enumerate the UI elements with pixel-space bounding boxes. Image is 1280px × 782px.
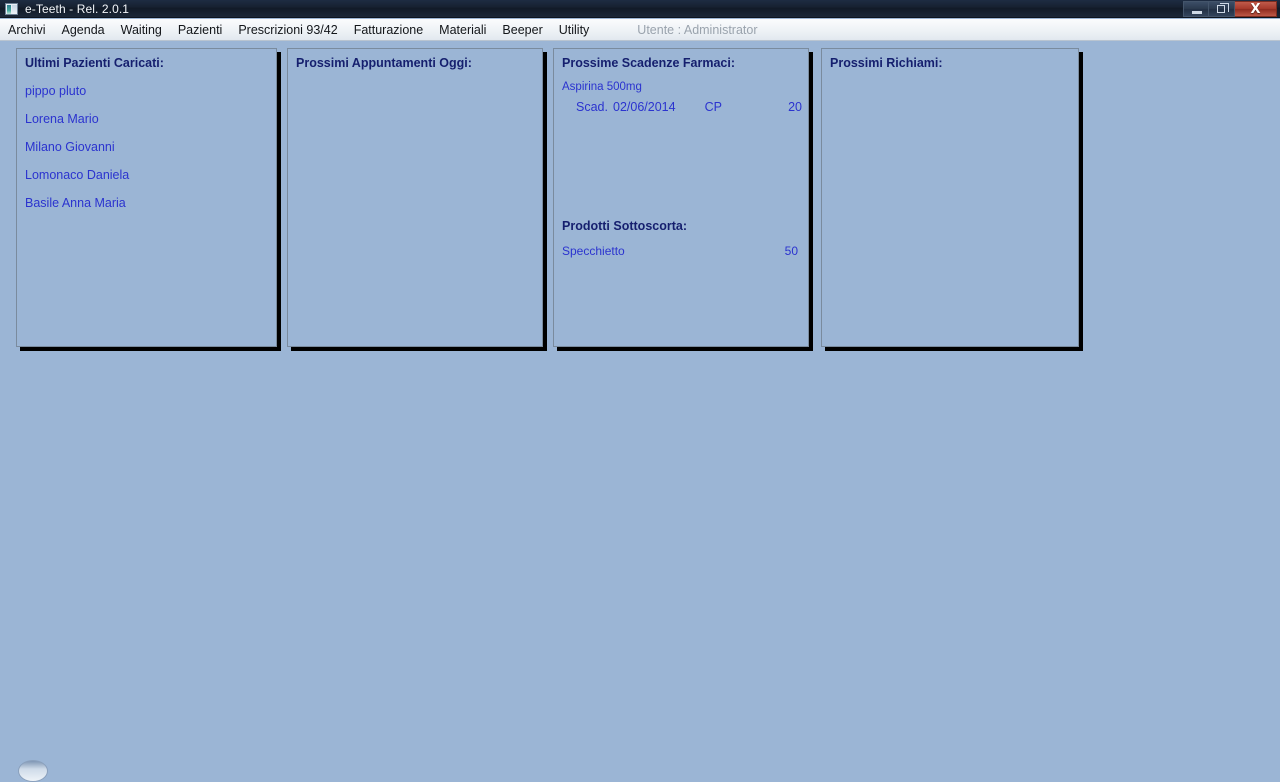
- menu-agenda[interactable]: Agenda: [54, 21, 113, 39]
- window-controls: X: [1183, 1, 1277, 17]
- menu-fatturazione[interactable]: Fatturazione: [346, 21, 431, 39]
- stock-row[interactable]: Specchietto 50: [562, 244, 802, 258]
- stock-product-name: Specchietto: [562, 244, 625, 258]
- panel-appointments-title: Prossimi Appuntamenti Oggi:: [296, 56, 472, 70]
- panel-drug-expiry-body: Aspirina 500mg Scad. 02/06/2014 CP 20: [562, 77, 802, 114]
- bottom-floating-button[interactable]: [18, 760, 48, 782]
- panel-recent-patients: Ultimi Pazienti Caricati: pippo pluto Lo…: [16, 48, 277, 347]
- window-titlebar[interactable]: e-Teeth - Rel. 2.0.1 X: [0, 0, 1280, 18]
- stock-section-title: Prodotti Sottoscorta:: [562, 219, 687, 233]
- close-icon: X: [1250, 1, 1261, 17]
- menu-waiting[interactable]: Waiting: [113, 21, 170, 39]
- menu-prescrizioni[interactable]: Prescrizioni 93/42: [230, 21, 345, 39]
- app-window-icon: [5, 2, 18, 15]
- drug-expiry-date: 02/06/2014: [613, 100, 676, 114]
- drug-expiry-label: Scad.: [576, 100, 608, 114]
- panel-recalls-title: Prossimi Richiami:: [830, 56, 943, 70]
- drug-unit: CP: [704, 100, 722, 114]
- panel-appointments: Prossimi Appuntamenti Oggi:: [287, 48, 543, 347]
- list-item[interactable]: Milano Giovanni: [25, 133, 270, 161]
- list-item[interactable]: Lorena Mario: [25, 105, 270, 133]
- menu-beeper[interactable]: Beeper: [494, 21, 550, 39]
- panel-recent-patients-title: Ultimi Pazienti Caricati:: [25, 56, 164, 70]
- panel-drug-expiry-title: Prossime Scadenze Farmaci:: [562, 56, 735, 70]
- menu-materiali[interactable]: Materiali: [431, 21, 494, 39]
- minimize-button[interactable]: [1183, 1, 1209, 17]
- main-menubar: Archivi Agenda Waiting Pazienti Prescriz…: [0, 19, 1280, 41]
- drug-name[interactable]: Aspirina 500mg: [562, 81, 802, 93]
- panel-recalls: Prossimi Richiami:: [821, 48, 1079, 347]
- menu-archivi[interactable]: Archivi: [0, 21, 54, 39]
- stock-product-quantity: 50: [784, 244, 798, 258]
- minimize-icon: [1192, 11, 1202, 14]
- panel-recent-patients-body: pippo pluto Lorena Mario Milano Giovanni…: [25, 77, 270, 217]
- restore-icon: [1217, 3, 1229, 13]
- user-status-label: Utente : Administrator: [637, 22, 758, 37]
- list-item[interactable]: Basile Anna Maria: [25, 189, 270, 217]
- stock-section: Prodotti Sottoscorta: Specchietto 50: [562, 219, 802, 258]
- restore-button[interactable]: [1209, 1, 1235, 17]
- list-item[interactable]: pippo pluto: [25, 77, 270, 105]
- drug-detail-row[interactable]: Scad. 02/06/2014 CP 20: [562, 100, 802, 114]
- list-item[interactable]: Lomonaco Daniela: [25, 161, 270, 189]
- drug-quantity: 20: [788, 100, 802, 114]
- menu-utility[interactable]: Utility: [551, 21, 598, 39]
- window-title: e-Teeth - Rel. 2.0.1: [25, 1, 130, 16]
- panel-drug-expiry: Prossime Scadenze Farmaci: Aspirina 500m…: [553, 48, 809, 347]
- menu-pazienti[interactable]: Pazienti: [170, 21, 230, 39]
- close-button[interactable]: X: [1235, 1, 1277, 17]
